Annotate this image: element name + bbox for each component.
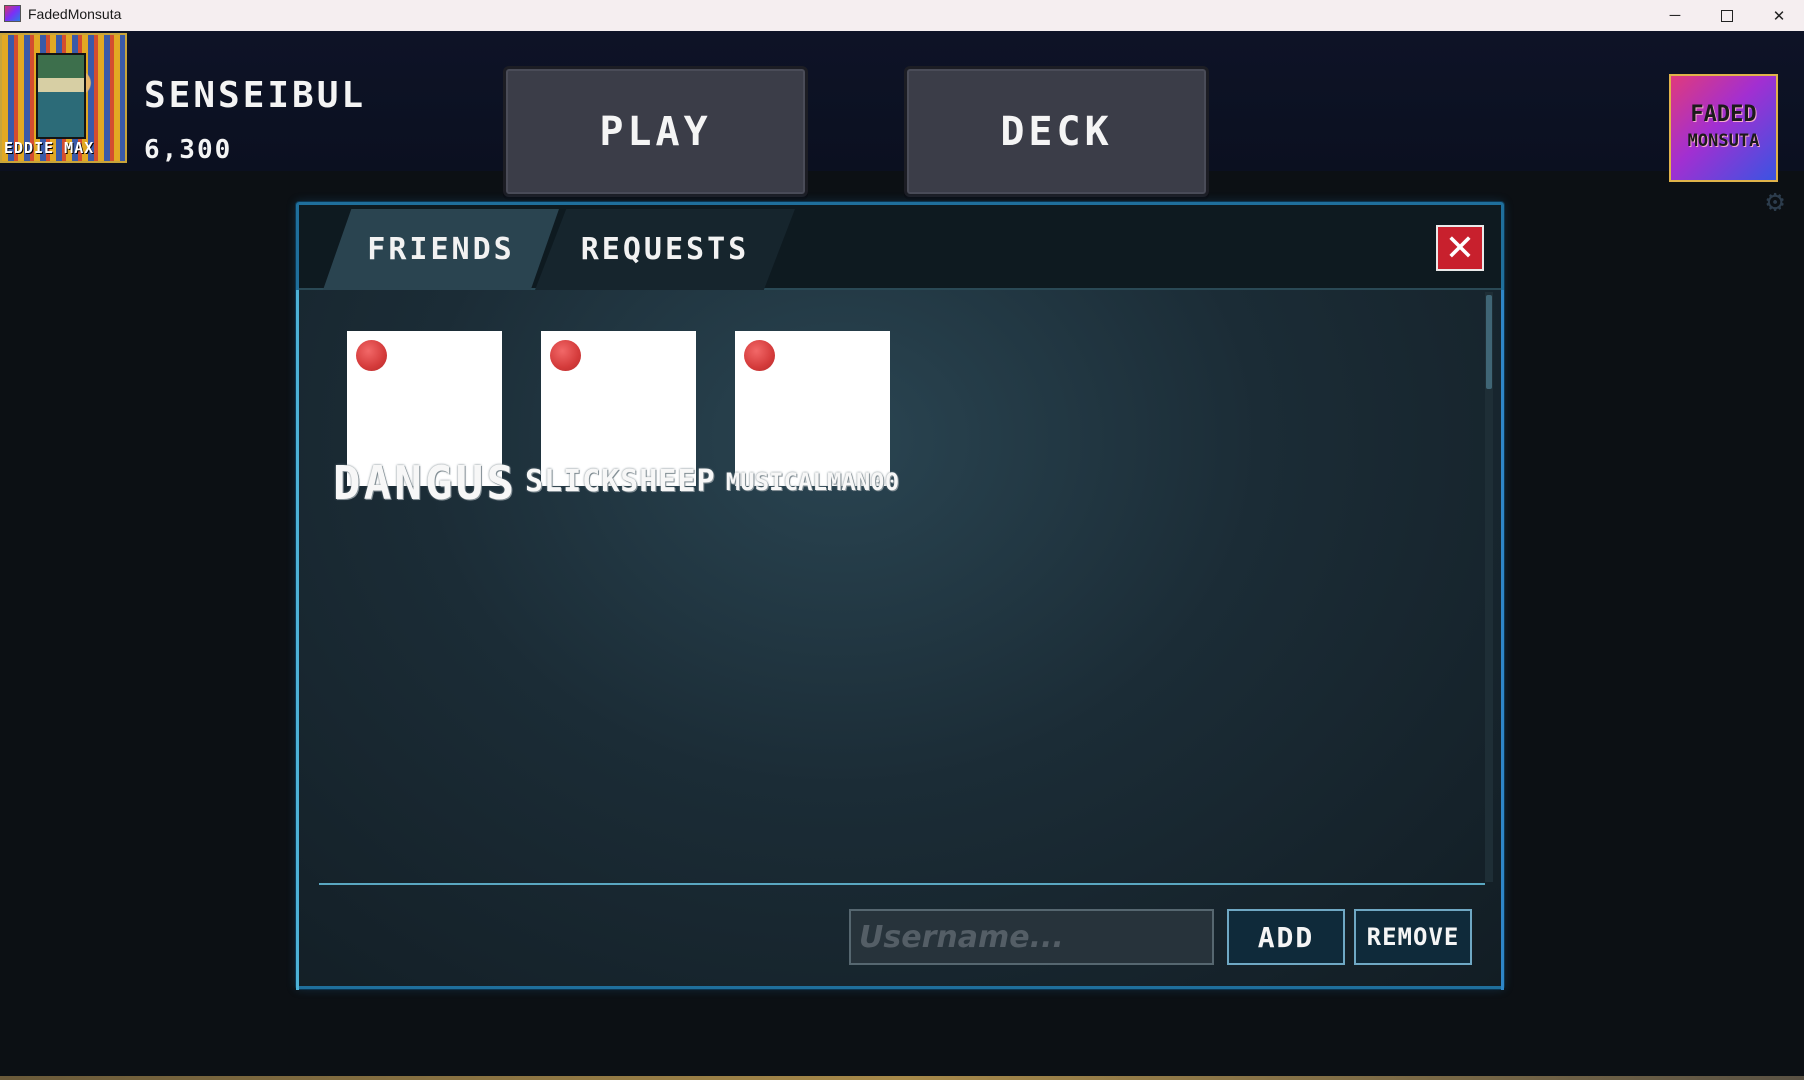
maximize-icon: [1721, 9, 1733, 22]
play-button[interactable]: PLAY: [503, 66, 808, 197]
logo-text-line2: MONSUTA: [1687, 131, 1760, 151]
friend-card[interactable]: SLICKSHEEP: [525, 331, 715, 499]
friend-card[interactable]: MUSICALMAN00: [726, 331, 899, 496]
username-input[interactable]: [849, 909, 1214, 965]
taskbar-edge: [0, 1076, 1804, 1080]
friends-panel: FRIENDS REQUESTS ✕ DANGUS SLICKSHEEP MUS…: [296, 202, 1504, 990]
list-divider: [319, 883, 1485, 885]
offline-status-icon: [550, 340, 581, 371]
friends-list-scrollbar[interactable]: [1485, 292, 1493, 882]
window-titlebar: FadedMonsuta ─ ✕: [0, 0, 1804, 31]
add-friend-button[interactable]: ADD: [1227, 909, 1345, 965]
gear-icon[interactable]: ⚙: [1760, 187, 1790, 217]
window-close-button[interactable]: ✕: [1754, 0, 1804, 31]
friend-card[interactable]: DANGUS: [333, 331, 514, 510]
player-coins: 6,300: [144, 135, 233, 165]
window-title: FadedMonsuta: [28, 6, 122, 22]
tab-friends[interactable]: FRIENDS: [323, 209, 559, 290]
game-logo: FADED MONSUTA: [1669, 74, 1778, 182]
tab-requests[interactable]: REQUESTS: [535, 209, 795, 290]
panel-tab-bar: FRIENDS REQUESTS ✕: [299, 205, 1501, 290]
remove-friend-button[interactable]: REMOVE: [1354, 909, 1472, 965]
offline-status-icon: [744, 340, 775, 371]
friend-name: DANGUS: [332, 456, 518, 510]
close-panel-button[interactable]: ✕: [1436, 225, 1484, 271]
avatar-tag: EDDIE MAX: [4, 139, 95, 157]
logo-text-line1: FADED: [1690, 102, 1757, 127]
avatar-figure: [36, 53, 86, 139]
friend-name: SLICKSHEEP: [525, 464, 716, 499]
panel-border-right: [1501, 290, 1504, 990]
deck-button[interactable]: DECK: [904, 66, 1209, 197]
offline-status-icon: [356, 340, 387, 371]
player-avatar[interactable]: EDDIE MAX: [0, 33, 127, 163]
game-header: EDDIE MAX SENSEIBUL 6,300 PLAY DECK FADE…: [0, 31, 1804, 197]
player-username: SENSEIBUL: [144, 75, 367, 116]
panel-border-left: [296, 290, 299, 990]
scrollbar-thumb[interactable]: [1486, 295, 1492, 389]
minimize-button[interactable]: ─: [1650, 0, 1700, 31]
maximize-button[interactable]: [1702, 0, 1752, 31]
close-icon: ✕: [1444, 227, 1476, 269]
app-icon: [4, 5, 21, 22]
friend-name: MUSICALMAN00: [725, 468, 900, 496]
